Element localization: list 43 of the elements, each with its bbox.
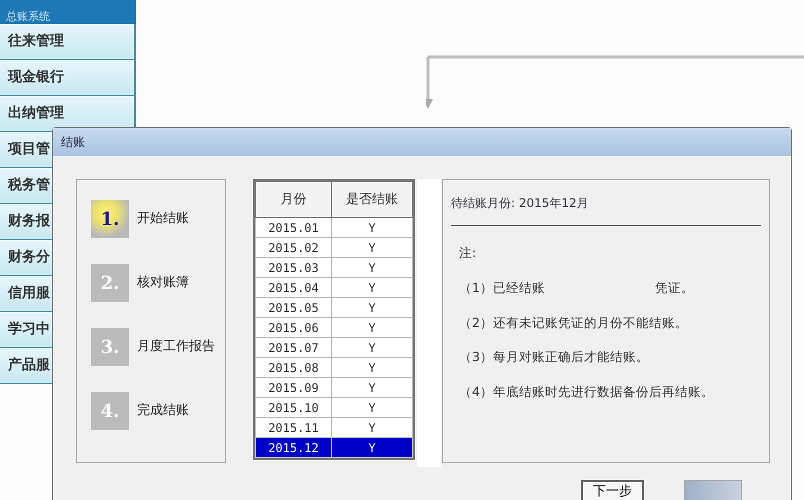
table-cell[interactable]: Y — [331, 438, 412, 458]
note-text: （4）年底结账时先进行数据备份后再结账。 — [459, 383, 714, 401]
next-button[interactable]: 下一步 — [581, 480, 644, 500]
table-cell[interactable]: Y — [331, 378, 412, 398]
table-cell[interactable]: 2015.12 — [256, 438, 332, 458]
table-cell[interactable]: 2015.08 — [256, 358, 332, 378]
table-cell[interactable]: Y — [331, 298, 412, 318]
table-cell[interactable]: Y — [331, 358, 412, 378]
table-cell[interactable]: Y — [331, 238, 412, 258]
sidebar-item[interactable]: 往来管理 — [0, 24, 136, 60]
table-cell[interactable]: Y — [331, 258, 412, 278]
table-cell[interactable]: 2015.07 — [256, 338, 332, 358]
note-heading: 注: — [459, 244, 478, 262]
table-cell[interactable]: 2015.01 — [256, 218, 332, 238]
table-cell[interactable]: Y — [331, 398, 412, 418]
table-cell[interactable]: Y — [331, 318, 412, 338]
table-cell[interactable]: Y — [331, 338, 412, 358]
pending-month-label: 待结账月份: 2015年12月 — [451, 180, 761, 226]
sidebar-item[interactable]: 出纳管理 — [0, 96, 136, 132]
step-label: 完成结账 — [137, 402, 189, 420]
step-label: 月度工作报告 — [137, 338, 215, 356]
step-label: 开始结账 — [137, 210, 189, 228]
table-cell[interactable]: 2015.05 — [256, 298, 332, 318]
table-cell[interactable]: 2015.09 — [256, 378, 332, 398]
note-text: （1）已经结账 — [459, 278, 545, 297]
table-cell[interactable]: 2015.03 — [256, 258, 332, 278]
step-badge[interactable]: 1. — [91, 200, 129, 238]
table-cell[interactable]: 2015.02 — [256, 238, 332, 258]
step-label: 核对账簿 — [137, 274, 189, 292]
column-header: 月份 — [256, 182, 332, 218]
sidebar-header: 总账系统 — [0, 0, 136, 24]
table-cell[interactable]: Y — [331, 218, 412, 238]
column-header: 是否结账 — [331, 182, 412, 218]
table-cell[interactable]: 2015.04 — [256, 278, 332, 298]
window-title: 结账 — [53, 128, 791, 156]
note-text: （3）每月对账正确后才能结账。 — [459, 348, 649, 366]
sidebar-item[interactable]: 现金银行 — [0, 60, 136, 96]
table-cell[interactable]: 2015.10 — [256, 398, 332, 418]
note-text: （2）还有未记账凭证的月份不能结账。 — [459, 314, 688, 332]
table-cell[interactable]: Y — [331, 278, 412, 298]
table-cell[interactable]: 2015.06 — [256, 318, 332, 338]
cancel-button[interactable] — [684, 480, 742, 500]
note-text: 凭证。 — [654, 278, 694, 297]
